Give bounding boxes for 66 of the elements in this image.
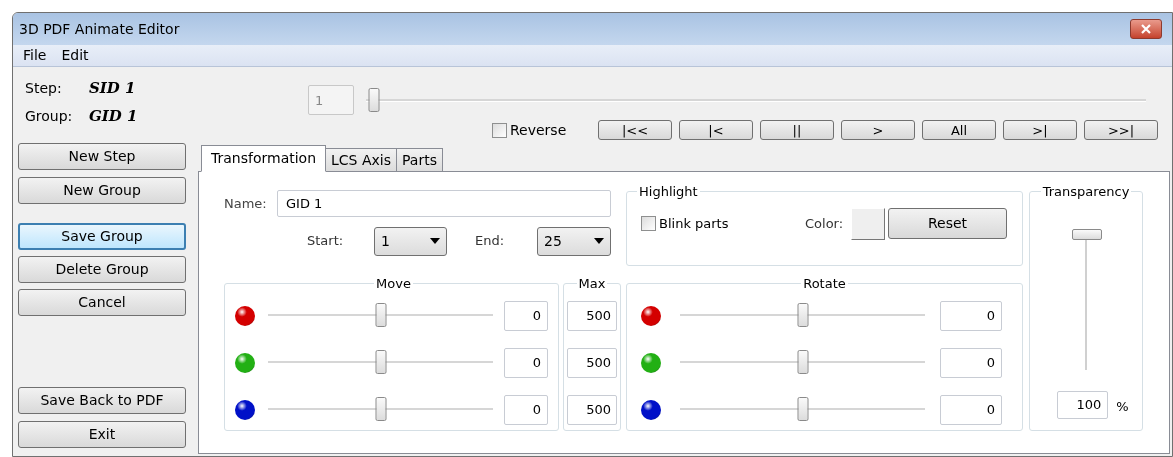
max-field[interactable]: 500	[567, 347, 617, 378]
end-dropdown[interactable]: 25	[537, 226, 611, 256]
slider-thumb[interactable]	[797, 303, 808, 327]
dropdown-value: 25	[544, 231, 562, 251]
action-button[interactable]: Exit	[18, 421, 186, 448]
info-label: Step:	[25, 78, 63, 98]
start-label: Start:	[307, 232, 345, 251]
slider-thumb[interactable]	[797, 350, 808, 374]
group-title: Highlight	[638, 183, 699, 201]
value-field[interactable]: 0	[504, 300, 548, 331]
value-field[interactable]: 0	[940, 347, 1002, 378]
playback-button[interactable]: ||	[760, 120, 834, 140]
slider-thumb[interactable]	[375, 303, 386, 327]
tab[interactable]: LCS Axis	[325, 148, 397, 172]
max-field[interactable]: 500	[567, 394, 617, 425]
blink-checkbox[interactable]	[641, 216, 656, 231]
action-button[interactable]: New Step	[18, 143, 186, 170]
close-button[interactable]	[1130, 19, 1162, 39]
color-label: Color:	[805, 214, 845, 233]
group-title: Max	[577, 275, 607, 293]
color-swatch[interactable]	[851, 207, 885, 240]
percent-label: %	[1116, 397, 1129, 416]
action-button[interactable]: Delete Group	[18, 256, 186, 283]
end-label: End:	[475, 232, 506, 251]
playback-button[interactable]: |<<	[598, 120, 672, 140]
reset-button[interactable]: Reset	[888, 208, 1007, 239]
value-field[interactable]: 0	[940, 394, 1002, 425]
tab[interactable]: Parts	[396, 148, 443, 172]
group-title: Transparency	[1041, 183, 1131, 201]
menu-item[interactable]: File	[17, 45, 53, 66]
blink-label: Blink parts	[659, 214, 729, 233]
playback-button[interactable]: >|	[1003, 120, 1077, 140]
reverse-label: Reverse	[510, 120, 567, 140]
action-button[interactable]: Cancel	[18, 289, 186, 316]
playback-button[interactable]: |<	[679, 120, 753, 140]
playback-button[interactable]: All	[922, 120, 996, 140]
name-field[interactable]: GID 1	[277, 190, 611, 217]
value-field[interactable]: 0	[504, 394, 548, 425]
value-field[interactable]: 0	[504, 347, 548, 378]
info-value: SID 1	[89, 77, 136, 99]
start-dropdown[interactable]: 1	[374, 226, 447, 256]
slider-thumb[interactable]	[375, 397, 386, 421]
info-value: GID 1	[89, 105, 138, 127]
close-icon	[1141, 24, 1151, 34]
window-title: 3D PDF Animate Editor	[19, 19, 180, 39]
slider-thumb[interactable]	[1071, 228, 1102, 240]
max-field[interactable]: 500	[567, 300, 617, 331]
transparency-field[interactable]: 100	[1057, 390, 1109, 419]
value-field[interactable]: 0	[940, 300, 1002, 331]
slider-thumb[interactable]	[797, 397, 808, 421]
slider-thumb[interactable]	[375, 350, 386, 374]
playback-button[interactable]: >	[841, 120, 915, 140]
reverse-checkbox[interactable]	[492, 122, 507, 138]
group-title: Move	[375, 275, 412, 293]
caret-icon	[430, 238, 440, 244]
action-button[interactable]: Save Group	[18, 223, 186, 250]
menu-item[interactable]: Edit	[55, 45, 95, 66]
action-button[interactable]: Save Back to PDF	[18, 387, 186, 414]
info-label: Group:	[25, 106, 74, 126]
tab[interactable]: Transformation	[201, 145, 327, 172]
name-label: Name:	[224, 194, 268, 213]
dropdown-value: 1	[381, 231, 390, 251]
caret-icon	[594, 238, 604, 244]
action-button[interactable]: New Group	[18, 177, 186, 204]
group-title: Rotate	[802, 275, 847, 293]
playback-button[interactable]: >>|	[1084, 120, 1158, 140]
